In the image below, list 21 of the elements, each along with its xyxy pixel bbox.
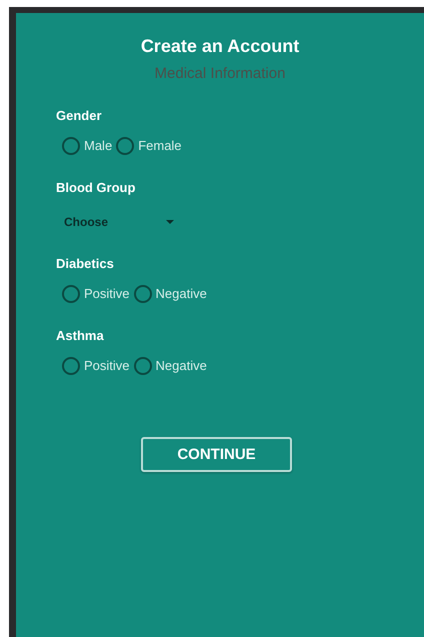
field-label: Diabetics <box>56 256 115 272</box>
caret-icon <box>166 220 174 224</box>
radio-button[interactable] <box>134 285 152 303</box>
field-label: Asthma <box>56 328 105 344</box>
radio-button[interactable] <box>116 137 134 155</box>
field-label: Blood Group <box>56 180 136 196</box>
option-label[interactable]: Positive <box>84 285 130 303</box>
form-title: Create an Account <box>140 35 300 57</box>
radio-button[interactable] <box>62 357 80 375</box>
radio-button[interactable] <box>62 137 80 155</box>
option-label[interactable]: Male <box>84 137 112 155</box>
field-label: Gender <box>56 108 103 124</box>
option-label[interactable]: Positive <box>84 357 130 375</box>
form-subtitle: Medical Information <box>154 65 286 83</box>
option-label[interactable]: Negative <box>156 285 207 303</box>
radio-button[interactable] <box>134 357 152 375</box>
option-label[interactable]: Female <box>138 137 182 155</box>
option-label[interactable]: Negative <box>156 357 207 375</box>
continue-button[interactable]: CONTINUE <box>141 437 292 472</box>
radio-button[interactable] <box>62 285 80 303</box>
dropdown[interactable]: Choose <box>56 213 174 231</box>
